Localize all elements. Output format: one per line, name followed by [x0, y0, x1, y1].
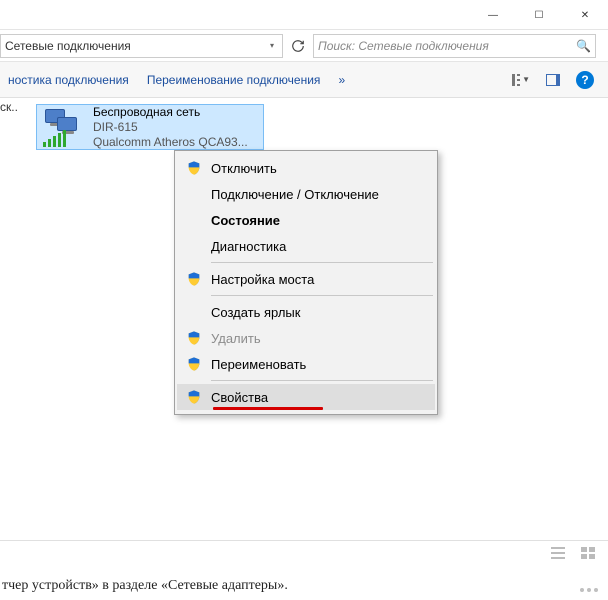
- context-menu-item[interactable]: Настройка моста: [177, 266, 435, 292]
- help-button[interactable]: ?: [576, 71, 594, 89]
- network-item-wireless[interactable]: Беспроводная сеть DIR-615 Qualcomm Ather…: [36, 104, 264, 150]
- context-menu-separator: [211, 295, 433, 296]
- context-menu-item[interactable]: Диагностика: [177, 233, 435, 259]
- context-menu-item[interactable]: Состояние: [177, 207, 435, 233]
- context-menu-item[interactable]: Переименовать: [177, 351, 435, 377]
- context-menu-label: Свойства: [211, 390, 421, 405]
- view-large-button[interactable]: [578, 545, 598, 561]
- view-large-icon: [581, 547, 595, 559]
- chevron-down-icon: ▼: [522, 75, 530, 84]
- view-details-icon: [551, 547, 565, 559]
- context-menu: Отключить Подключение / Отключение Состоян…: [174, 150, 438, 415]
- context-menu-label: Диагностика: [211, 239, 421, 254]
- context-menu-separator: [211, 380, 433, 381]
- search-placeholder: Поиск: Сетевые подключения: [318, 39, 576, 53]
- status-bar: [0, 540, 608, 564]
- context-menu-label: Настройка моста: [211, 272, 421, 287]
- minimize-button[interactable]: —: [470, 0, 516, 30]
- search-box[interactable]: Поиск: Сетевые подключения 🔍: [313, 34, 596, 58]
- layout-button[interactable]: ▼: [512, 71, 530, 89]
- network-ssid: DIR-615: [93, 120, 248, 135]
- maximize-button[interactable]: ☐: [516, 0, 562, 30]
- context-menu-item[interactable]: Свойства: [177, 384, 435, 410]
- refresh-icon: [291, 39, 305, 53]
- address-row: Сетевые подключения ▾ Поиск: Сетевые под…: [0, 30, 608, 62]
- search-icon[interactable]: 🔍: [576, 39, 591, 53]
- title-bar: — ☐ ✕: [0, 0, 608, 30]
- network-item-text: Беспроводная сеть DIR-615 Qualcomm Ather…: [93, 105, 248, 150]
- context-menu-item: Удалить: [177, 325, 435, 351]
- preview-pane-button[interactable]: [544, 71, 562, 89]
- context-menu-label: Отключить: [211, 161, 421, 176]
- nav-sidebar-fragment: ск...: [0, 98, 18, 116]
- network-adapter: Qualcomm Atheros QCA93...: [93, 135, 248, 150]
- address-text: Сетевые подключения: [5, 39, 266, 53]
- view-details-button[interactable]: [548, 545, 568, 561]
- context-menu-label: Создать ярлык: [211, 305, 421, 320]
- context-menu-label: Удалить: [211, 331, 421, 346]
- refresh-button[interactable]: [287, 34, 309, 58]
- uac-shield-icon: [185, 271, 203, 287]
- toolbar-diagnose[interactable]: ностика подключения: [8, 73, 129, 87]
- uac-shield-icon: [185, 389, 203, 405]
- toolbar: ностика подключения Переименование подкл…: [0, 62, 608, 98]
- uac-shield-icon: [185, 356, 203, 372]
- context-menu-item[interactable]: Отключить: [177, 155, 435, 181]
- context-menu-separator: [211, 262, 433, 263]
- context-menu-item[interactable]: Подключение / Отключение: [177, 181, 435, 207]
- toolbar-expand[interactable]: »: [338, 73, 345, 87]
- network-icon: [43, 107, 85, 147]
- highlight-underline: [213, 407, 323, 410]
- context-menu-label: Подключение / Отключение: [211, 187, 421, 202]
- network-name: Беспроводная сеть: [93, 105, 248, 120]
- signal-icon: [43, 130, 66, 147]
- address-dropdown-icon[interactable]: ▾: [266, 41, 278, 50]
- uac-shield-icon: [185, 160, 203, 176]
- context-menu-item[interactable]: Создать ярлык: [177, 299, 435, 325]
- uac-shield-icon: [185, 330, 203, 346]
- content-area: ск... Беспроводная сеть DIR-615 Qualcomm…: [0, 98, 608, 548]
- toolbar-right: ▼ ?: [512, 71, 600, 89]
- preview-pane-icon: [546, 74, 560, 86]
- toolbar-rename[interactable]: Переименование подключения: [147, 73, 321, 87]
- close-button[interactable]: ✕: [562, 0, 608, 30]
- context-menu-label: Состояние: [211, 213, 421, 228]
- footer-dots: [580, 588, 598, 592]
- footer-text: тчер устройств» в разделе «Сетевые адапт…: [0, 578, 288, 594]
- address-bar[interactable]: Сетевые подключения ▾: [0, 34, 283, 58]
- context-menu-label: Переименовать: [211, 357, 421, 372]
- layout-icon: [512, 74, 520, 86]
